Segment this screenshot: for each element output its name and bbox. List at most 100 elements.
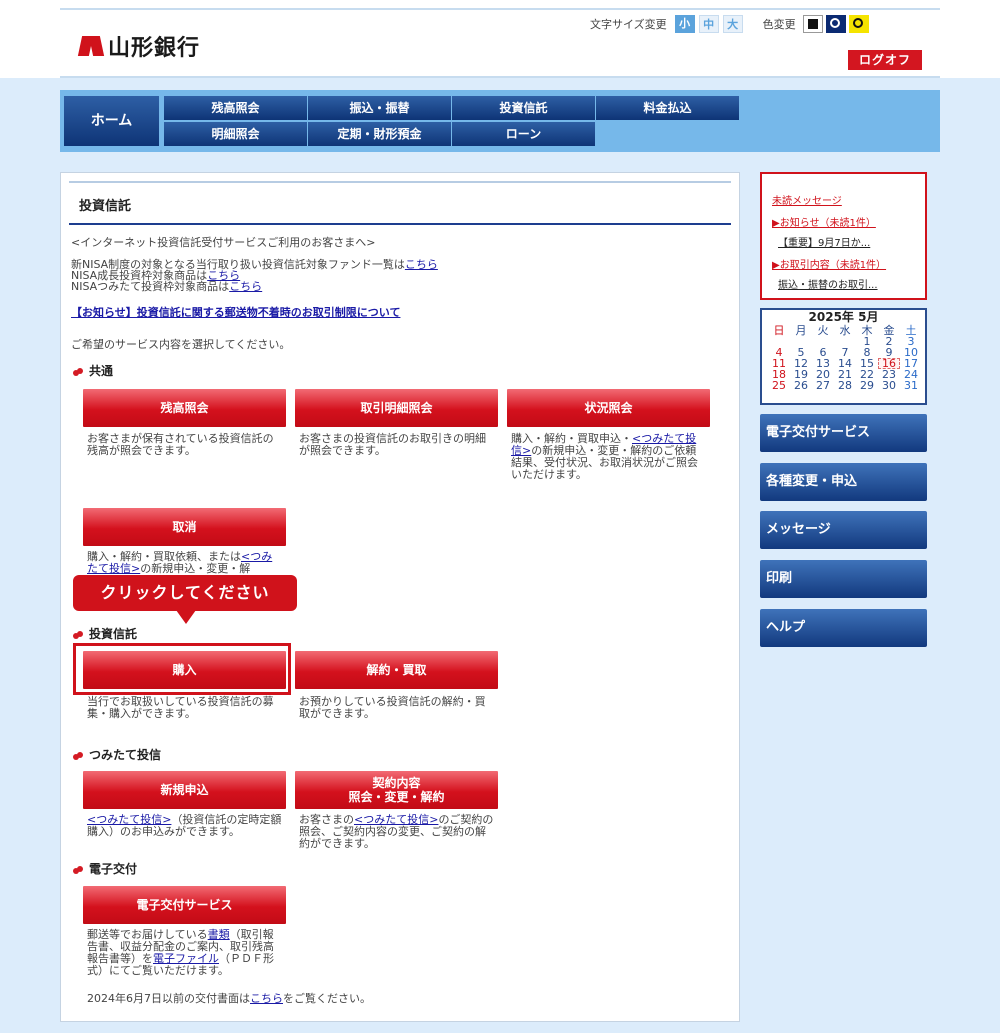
calendar-week: 25 26 27 28 29 30 31 — [768, 380, 923, 391]
new-application-desc: <つみたて投信>（投資信託の定時定額購入）のお申込みができます。 — [87, 814, 282, 838]
bank-logo-mark-icon — [77, 36, 105, 56]
bank-logo[interactable]: 山形銀行 — [77, 30, 201, 62]
nav-transfer[interactable]: 振込・振替 — [308, 96, 451, 120]
weekday: 水 — [839, 324, 851, 337]
nav-home[interactable]: ホーム — [64, 96, 159, 146]
contract-desc: お客さまの<つみたて投信>のご契約の照会、ご契約内容の変更、ご契約の解約ができま… — [299, 814, 494, 850]
nav-statement[interactable]: 明細照会 — [164, 122, 307, 146]
status-inquiry-desc: 購入・解約・買取申込・<つみたて投信>の新規申込・変更・解約のご依頼結果、受付状… — [511, 433, 706, 481]
weekday: 火 — [817, 324, 829, 337]
section-electronic: 電子交付 — [73, 860, 137, 877]
trade-unread-link[interactable]: ▶お取引内容（未読1件） — [772, 256, 886, 271]
section-electronic-label: 電子交付 — [89, 862, 138, 876]
calendar-title: 2025年 5月 — [808, 310, 879, 324]
weekday: 日 — [773, 324, 785, 337]
notice-item-link[interactable]: 【重要】9月7日か... — [778, 234, 870, 249]
cancel-desc-text-2: の新規申込・変更・解 — [140, 562, 251, 575]
cherry-icon — [73, 864, 83, 874]
color-yellow-button[interactable] — [848, 15, 869, 33]
cherry-icon — [73, 629, 83, 639]
header-top-line — [60, 8, 940, 10]
font-size-large-button[interactable]: 大 — [722, 15, 743, 33]
side-help-button[interactable]: ヘルプ — [760, 609, 927, 647]
nisa-tsumitate-link[interactable]: こちら — [229, 280, 262, 293]
message-box: 未読メッセージ ▶お知らせ（未読1件） 【重要】9月7日か... ▶お取引内容（… — [760, 172, 927, 300]
calendar-day: 27 — [816, 379, 830, 392]
cherry-icon — [73, 366, 83, 376]
contract-button[interactable]: 契約内容 照会・変更・解約 — [295, 771, 498, 809]
old-documents-link[interactable]: こちら — [250, 992, 283, 1005]
side-print-button[interactable]: 印刷 — [760, 560, 927, 598]
nav-time-deposit[interactable]: 定期・財形預金 — [308, 122, 451, 146]
purchase-desc: 当行でお取扱いしている投資信託の募集・購入ができます。 — [87, 695, 274, 720]
color-blue-button[interactable] — [825, 15, 846, 33]
e-delivery-desc: 郵送等でお届けしている書類（取引報告書、収益分配金のご案内、取引残高報告書等）を… — [87, 929, 282, 977]
weekday: 月 — [795, 324, 807, 337]
color-change-label: 色変更 — [762, 18, 796, 31]
nav-balance[interactable]: 残高照会 — [164, 96, 307, 120]
nisa-line-3-text: NISAつみたて投資枠対象商品は — [71, 280, 230, 293]
nav-investment[interactable]: 投資信託 — [452, 96, 595, 120]
contract-button-line2: 照会・変更・解約 — [348, 790, 445, 804]
old-documents-line: 2024年6月7日以前の交付書面はこちらをご覧ください。 — [87, 993, 371, 1005]
click-here-callout: クリックしてください — [73, 575, 297, 611]
nav-bill-payment[interactable]: 料金払込 — [596, 96, 739, 120]
side-change-apply-button[interactable]: 各種変更・申込 — [760, 463, 927, 501]
trade-item-link[interactable]: 振込・振替のお取引... — [778, 276, 878, 291]
side-e-delivery-button[interactable]: 電子交付サービス — [760, 414, 927, 452]
section-common-label: 共通 — [89, 364, 114, 378]
section-tsumitate-label: つみたて投信 — [89, 748, 162, 762]
calendar-day: 31 — [904, 379, 918, 392]
status-desc-text-2: の新規申込・変更・解約のご依頼結果、受付状況、お取消状況がご照会いただけます。 — [511, 444, 698, 481]
page-title: 投資信託 — [79, 199, 132, 214]
color-black-button[interactable] — [802, 15, 823, 33]
section-common: 共通 — [73, 362, 113, 379]
calendar-day: 29 — [860, 379, 874, 392]
select-prompt: ご希望のサービス内容を選択してください。 — [71, 338, 291, 351]
purchase-highlight-frame — [73, 643, 291, 695]
calendar: 2025年 5月 日 月 火 水 木 金 土 1 2 3 4 5 6 7 8 9… — [760, 308, 927, 405]
logoff-button[interactable]: ログオフ — [848, 50, 922, 70]
calendar-day: 25 — [772, 379, 786, 392]
status-inquiry-button[interactable]: 状況照会 — [507, 389, 710, 427]
balance-inquiry-button[interactable]: 残高照会 — [83, 389, 286, 427]
calendar-day: 28 — [838, 379, 852, 392]
calendar-day: 30 — [882, 379, 896, 392]
old-docs-text-2: をご覧ください。 — [283, 992, 371, 1005]
font-size-label: 文字サイズ変更 — [590, 18, 667, 31]
calendar-day: 26 — [794, 379, 808, 392]
nisa-fund-list-link[interactable]: こちら — [405, 258, 438, 271]
section-investment: 投資信託 — [73, 625, 137, 642]
unread-messages-link[interactable]: 未読メッセージ — [772, 192, 842, 207]
title-bar: 投資信託 — [69, 181, 731, 225]
notice-unread-link[interactable]: ▶お知らせ（未読1件） — [772, 214, 876, 229]
trade-detail-desc: お客さまの投資信託のお取引きの明細が照会できます。 — [299, 432, 486, 457]
header-bottom-line — [60, 76, 940, 78]
mail-restriction-notice-link[interactable]: 【お知らせ】投資信託に関する郵送物不着時のお取引制限について — [71, 304, 400, 320]
redeem-desc: お預かりしている投資信託の解約・買取ができます。 — [299, 695, 486, 720]
calendar-grid: 日 月 火 水 木 金 土 1 2 3 4 5 6 7 8 9 10 11 12… — [768, 325, 923, 391]
section-tsumitate: つみたて投信 — [73, 746, 161, 763]
nav-loan[interactable]: ローン — [452, 122, 595, 146]
nisa-line-3: NISAつみたて投資枠対象商品はこちら — [71, 281, 262, 293]
trade-detail-button[interactable]: 取引明細照会 — [295, 389, 498, 427]
font-size-small-button[interactable]: 小 — [674, 15, 695, 33]
cancel-button[interactable]: 取消 — [83, 508, 286, 546]
display-tools: 文字サイズ変更 小 中 大 色変更 — [590, 15, 869, 33]
bank-name: 山形銀行 — [108, 35, 201, 61]
header: 山形銀行 文字サイズ変更 小 中 大 色変更 ログオフ — [0, 0, 1000, 78]
global-nav: ホーム 残高照会 振込・振替 投資信託 料金払込 明細照会 定期・財形預金 ロー… — [60, 90, 940, 152]
e-delivery-button[interactable]: 電子交付サービス — [83, 886, 286, 924]
redeem-button[interactable]: 解約・買取 — [295, 651, 498, 689]
side-message-button[interactable]: メッセージ — [760, 511, 927, 549]
balance-inquiry-desc: お客さまが保有されている投資信託の残高が照会できます。 — [87, 432, 274, 457]
contract-button-line1: 契約内容 — [372, 776, 421, 790]
new-application-button[interactable]: 新規申込 — [83, 771, 286, 809]
cherry-icon — [73, 750, 83, 760]
cancel-desc: 購入・解約・買取依頼、または<つみたて投信>の新規申込・変更・解 — [87, 551, 282, 575]
font-size-medium-button[interactable]: 中 — [698, 15, 719, 33]
section-investment-label: 投資信託 — [89, 627, 138, 641]
old-docs-text-1: 2024年6月7日以前の交付書面は — [87, 992, 250, 1005]
callout-tail — [176, 610, 196, 624]
intro-text: <インターネット投資信託受付サービスご利用のお客さまへ> — [71, 236, 376, 249]
